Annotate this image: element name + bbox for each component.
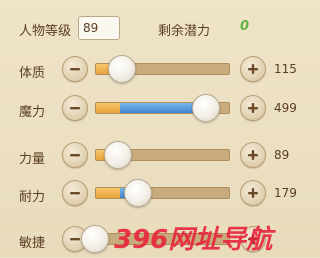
stat-row: 耐力 179 [0,177,308,211]
plus-icon [248,64,258,74]
watermark-text: 396网址导航 [114,225,276,254]
decrease-button[interactable] [62,180,88,206]
level-label: 人物等级 [19,24,72,39]
slider-thumb[interactable] [191,94,220,122]
slider-thumb[interactable] [103,141,132,169]
stat-value: 89 [274,148,290,162]
stat-label: 魔力 [19,105,46,120]
stat-label: 力量 [19,152,46,167]
increase-button[interactable] [240,180,266,206]
watermark-logo: 396网址导航 [110,222,308,255]
header: 人物等级 89 剩余潜力 0 [0,0,308,50]
minus-icon [70,192,80,195]
stat-label: 耐力 [19,190,46,205]
stat-value: 115 [274,62,297,76]
attribute-panel: 人物等级 89 剩余潜力 0 体质 115 魔力 499 力量 89 耐力 179 敏捷 396… [0,0,308,257]
slider-thumb[interactable] [108,55,136,83]
increase-button[interactable] [240,95,266,121]
stat-row: 体质 115 [0,53,308,87]
added-fill [119,103,203,113]
base-fill [96,103,120,113]
minus-icon [70,107,80,110]
slider-thumb[interactable] [124,179,153,207]
stat-row: 魔力 499 [0,92,308,126]
stat-label: 敏捷 [19,236,46,251]
plus-icon [248,188,258,198]
decrease-button[interactable] [62,142,88,168]
base-fill [96,188,120,198]
stat-slider-track[interactable] [95,187,230,199]
slider-thumb[interactable] [81,225,109,253]
level-input[interactable]: 89 [78,16,120,40]
decrease-button[interactable] [62,95,88,121]
stat-row: 力量 89 [0,139,308,173]
plus-icon [248,103,258,113]
decrease-button[interactable] [62,56,88,82]
plus-icon [248,150,258,160]
minus-icon [70,68,80,71]
stat-label: 体质 [19,66,46,81]
minus-icon [70,154,80,157]
increase-button[interactable] [240,142,266,168]
potential-label: 剩余潜力 [158,24,211,39]
stat-value: 179 [274,186,297,200]
increase-button[interactable] [240,56,266,82]
minus-icon [70,238,80,241]
stat-value: 499 [274,101,297,115]
potential-value: 0 [240,19,250,34]
